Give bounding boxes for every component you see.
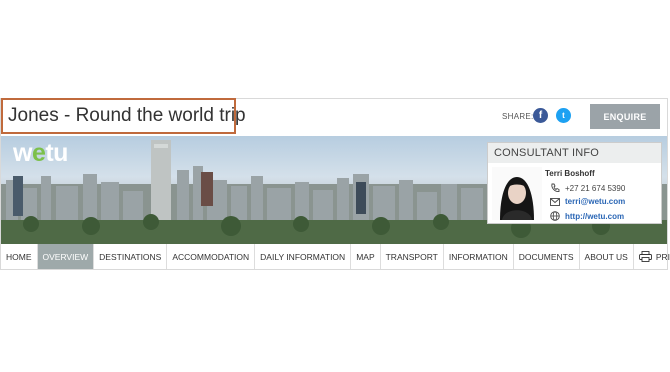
nav-home[interactable]: HOME	[1, 244, 38, 269]
nav-documents[interactable]: DOCUMENTS	[514, 244, 580, 269]
nav-print-label: PRINT	[655, 251, 670, 262]
nav-information[interactable]: INFORMATION	[444, 244, 514, 269]
consultant-name: Terri Boshoff	[545, 169, 595, 178]
consultant-website-link[interactable]: http://wetu.com	[565, 212, 624, 221]
consultant-phone-row: +27 21 674 5390	[550, 183, 625, 193]
printer-icon	[638, 251, 652, 262]
phone-icon	[551, 183, 560, 192]
main-navigation: HOME OVERVIEW DESTINATIONS ACCOMMODATION…	[1, 244, 670, 269]
consultant-email-link[interactable]: terri@wetu.com	[565, 197, 625, 206]
nav-transport[interactable]: TRANSPORT	[381, 244, 444, 269]
nav-destinations[interactable]: DESTINATIONS	[94, 244, 168, 269]
consultant-info-heading: CONSULTANT INFO	[488, 143, 661, 163]
mail-icon	[550, 197, 560, 206]
nav-map[interactable]: MAP	[351, 244, 381, 269]
consultant-info-card: CONSULTANT INFO Terri Boshoff +27 21 674…	[487, 142, 662, 224]
nav-print[interactable]: PRINT	[634, 244, 670, 269]
twitter-icon[interactable]: t	[556, 108, 571, 123]
avatar-photo	[492, 167, 542, 220]
logo-letters-tu: tu	[45, 139, 68, 167]
nav-overview[interactable]: OVERVIEW	[37, 244, 95, 269]
globe-icon	[550, 211, 560, 221]
enquire-button[interactable]: ENQUIRE	[590, 104, 660, 129]
nav-daily-information[interactable]: DAILY INFORMATION	[255, 244, 352, 269]
consultant-email-row[interactable]: terri@wetu.com	[550, 197, 625, 206]
logo-letter-e: e	[31, 139, 46, 167]
consultant-website-row[interactable]: http://wetu.com	[550, 211, 624, 221]
share-label: SHARE:	[502, 112, 534, 121]
nav-accommodation[interactable]: ACCOMMODATION	[167, 244, 256, 269]
consultant-phone: +27 21 674 5390	[565, 183, 626, 193]
top-bar: Jones - Round the world trip SHARE: f t …	[0, 98, 668, 136]
trip-title: Jones - Round the world trip	[1, 98, 246, 134]
wetu-logo[interactable]: wetu	[13, 139, 68, 168]
logo-letter-w: w	[13, 139, 32, 167]
facebook-icon[interactable]: f	[533, 108, 548, 123]
consultant-avatar	[492, 167, 542, 220]
nav-about-us[interactable]: ABOUT US	[580, 244, 634, 269]
